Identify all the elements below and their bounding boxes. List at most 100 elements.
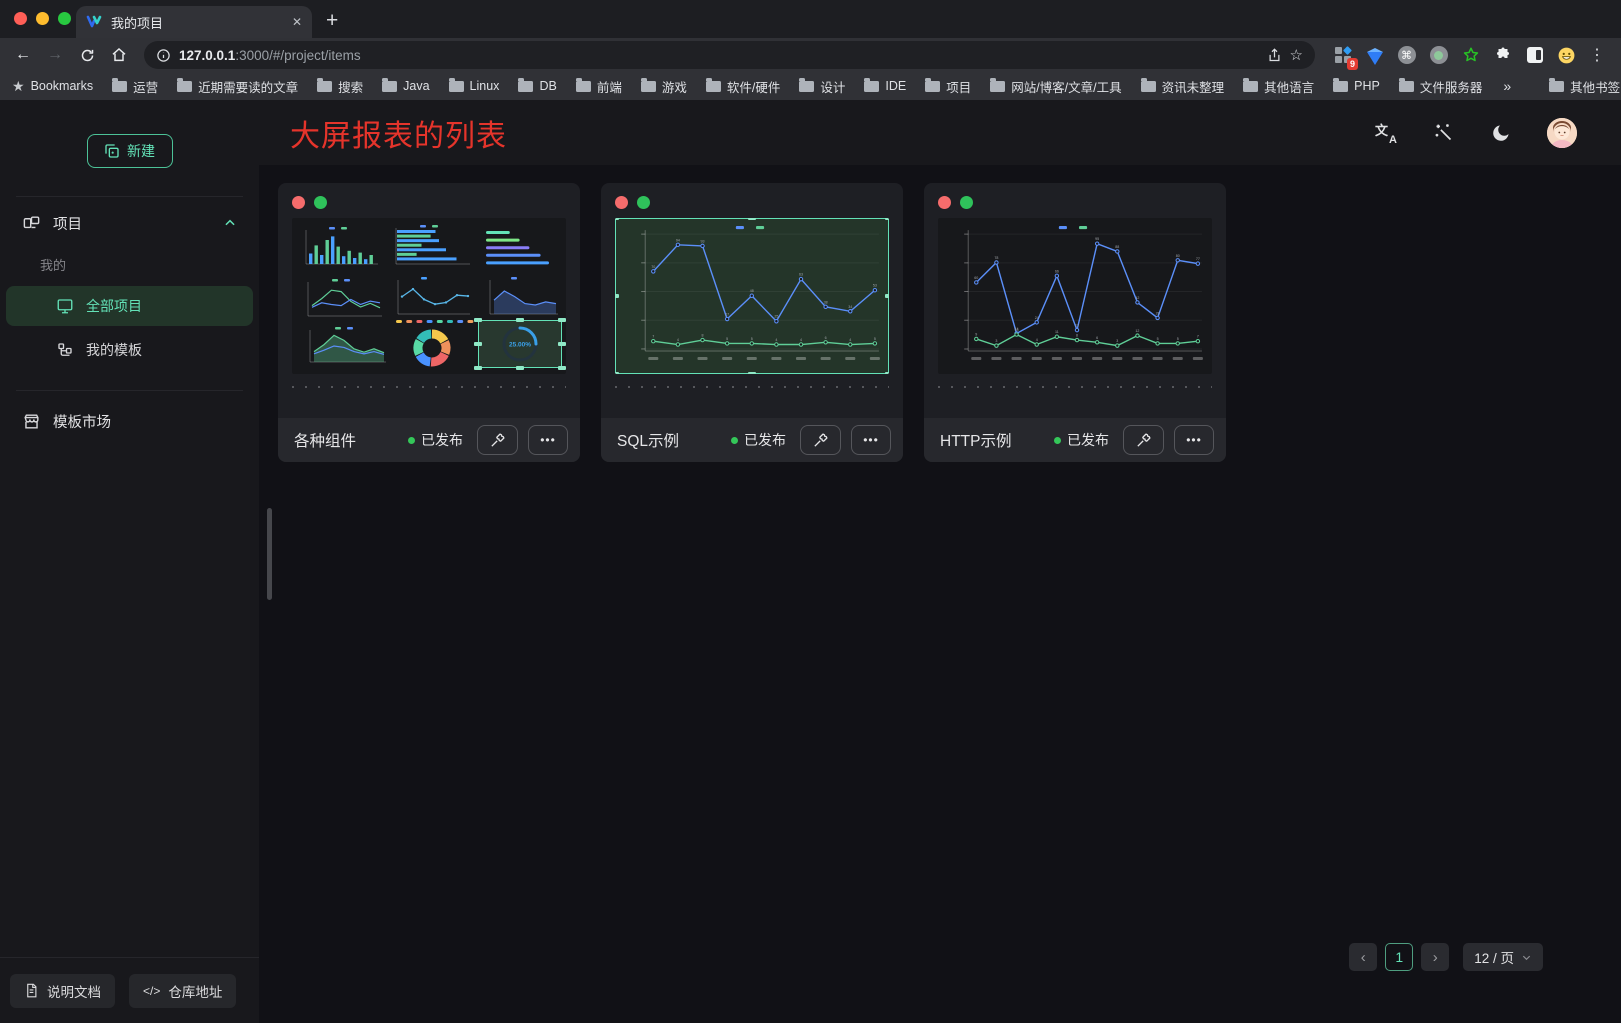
edit-project-button[interactable]: [800, 425, 841, 455]
bookmark-folder[interactable]: 前端: [576, 77, 622, 96]
new-project-button[interactable]: 新建: [87, 134, 173, 168]
url-path: :3000/#/project/items: [235, 48, 360, 63]
chrome-menu-button[interactable]: ⋮: [1589, 45, 1605, 65]
extension-grid-button[interactable]: 9: [1333, 46, 1352, 65]
next-page-button[interactable]: ›: [1421, 943, 1449, 971]
bookmark-folder[interactable]: 项目: [925, 77, 971, 96]
more-actions-button[interactable]: •••: [851, 425, 891, 455]
bookmark-folder[interactable]: 搜索: [317, 77, 363, 96]
selection-handle[interactable]: [885, 218, 889, 220]
selection-handle[interactable]: [558, 318, 566, 322]
selection-handle[interactable]: [615, 294, 619, 298]
dark-mode-button[interactable]: [1489, 121, 1513, 145]
url-host: 127.0.0.1: [179, 48, 235, 63]
dotted-separator: [615, 386, 889, 388]
bookmark-folder[interactable]: Java: [382, 77, 429, 96]
star-extension-button[interactable]: [1461, 46, 1480, 65]
new-tab-button[interactable]: +: [326, 8, 338, 34]
darkreader-button[interactable]: [1525, 46, 1544, 65]
edit-project-button[interactable]: [1123, 425, 1164, 455]
project-card[interactable]: 709493274825633834537485544645 SQL示例 已发布…: [601, 183, 903, 462]
sidebar-group-mine: 我的: [0, 249, 259, 284]
back-button[interactable]: ←: [10, 42, 36, 68]
browser-tab[interactable]: 我的项目 ✕: [76, 6, 312, 38]
extensions-puzzle-button[interactable]: [1493, 46, 1512, 65]
sidebar-item-all-projects[interactable]: 全部项目: [6, 286, 253, 326]
scrollbar-thumb[interactable]: [267, 508, 272, 600]
bookmark-folder[interactable]: 近期需要读的文章: [177, 77, 298, 96]
project-card[interactable]: 607814246617958842288077931341186312557 …: [924, 183, 1226, 462]
bookmark-folder[interactable]: DB: [518, 77, 556, 96]
selection-handle[interactable]: [558, 342, 566, 346]
selection-handle[interactable]: [474, 318, 482, 322]
bookmark-folder[interactable]: IDE: [864, 77, 906, 96]
selection-handle[interactable]: [558, 366, 566, 370]
selection-handle[interactable]: [885, 294, 889, 298]
share-icon: [1267, 48, 1282, 63]
bookmark-star-button[interactable]: ☆: [1290, 46, 1303, 64]
sidebar-section-project[interactable]: 项目: [0, 197, 259, 249]
theme-wand-button[interactable]: [1431, 121, 1455, 145]
bookmark-folder[interactable]: 网站/博客/文章/工具: [990, 77, 1121, 96]
home-button[interactable]: [106, 42, 132, 68]
bookmarks-overflow-button[interactable]: »: [1503, 78, 1511, 94]
code-icon: </>: [143, 984, 160, 998]
user-avatar[interactable]: [1547, 118, 1577, 148]
bookmark-folder[interactable]: 文件服务器: [1399, 77, 1483, 96]
page-size-select[interactable]: 12 / 页: [1463, 943, 1543, 971]
sidebar-item-my-templates[interactable]: 我的模板: [6, 330, 253, 370]
language-button[interactable]: 文A: [1375, 122, 1397, 144]
ellipsis-icon: •••: [863, 433, 879, 447]
selection-handle[interactable]: [615, 218, 619, 220]
more-actions-button[interactable]: •••: [528, 425, 568, 455]
project-card[interactable]: 25.00% 各种组件 已发布 •••: [278, 183, 580, 462]
selection-handle[interactable]: [748, 218, 756, 220]
bookmarks-root[interactable]: ★ Bookmarks: [12, 78, 93, 95]
bookmark-folder[interactable]: PHP: [1333, 77, 1380, 96]
selection-handle[interactable]: [516, 318, 524, 322]
prev-page-button[interactable]: ‹: [1349, 943, 1377, 971]
page-1-button[interactable]: 1: [1385, 943, 1413, 971]
share-button[interactable]: [1267, 48, 1282, 63]
close-window-button[interactable]: [14, 12, 27, 25]
gem-extension-button[interactable]: [1365, 46, 1384, 65]
bookmark-folder[interactable]: 资讯未整理: [1141, 77, 1225, 96]
mini-chart: [392, 318, 478, 370]
window-controls[interactable]: [14, 12, 71, 25]
selection-handle[interactable]: [885, 372, 889, 374]
other-bookmarks-button[interactable]: 其他书签: [1549, 77, 1620, 96]
bookmark-folder[interactable]: 其他语言: [1243, 77, 1314, 96]
zoom-window-button[interactable]: [58, 12, 71, 25]
selection-handle[interactable]: [615, 372, 619, 374]
more-actions-button[interactable]: •••: [1174, 425, 1214, 455]
repo-button[interactable]: </> 仓库地址: [129, 974, 236, 1008]
project-thumbnail[interactable]: 25.00%: [292, 218, 566, 374]
project-thumbnail[interactable]: 709493274825633834537485544645: [615, 218, 889, 374]
page-header: 大屏报表的列表 文A: [259, 100, 1621, 165]
selection-handle[interactable]: [748, 372, 756, 374]
bookmark-folder[interactable]: Linux: [449, 77, 500, 96]
edit-project-button[interactable]: [477, 425, 518, 455]
command-extension-button[interactable]: ⌘: [1397, 46, 1416, 65]
card-window-dots: [278, 183, 580, 218]
address-bar[interactable]: 127.0.0.1:3000/#/project/items ☆: [144, 41, 1315, 69]
profile-button[interactable]: [1557, 46, 1576, 65]
reload-button[interactable]: [74, 42, 100, 68]
forward-button[interactable]: →: [42, 42, 68, 68]
project-thumbnail[interactable]: 607814246617958842288077931341186312557: [938, 218, 1212, 374]
close-tab-icon[interactable]: ✕: [292, 15, 302, 29]
svg-text:11: 11: [1055, 330, 1059, 334]
docs-button[interactable]: 说明文档: [10, 974, 115, 1008]
selection-handle[interactable]: [474, 366, 482, 370]
selection-handle[interactable]: [474, 342, 482, 346]
mini-progress-selected[interactable]: 25.00%: [478, 320, 562, 368]
selection-handle[interactable]: [516, 366, 524, 370]
bookmark-folder[interactable]: 软件/硬件: [706, 77, 780, 96]
site-info-icon[interactable]: [156, 48, 171, 63]
bookmark-folder[interactable]: 设计: [799, 77, 845, 96]
bookmark-folder[interactable]: 运营: [112, 77, 158, 96]
record-extension-button[interactable]: [1429, 46, 1448, 65]
sidebar-item-template-market[interactable]: 模板市场: [6, 401, 253, 441]
minimize-window-button[interactable]: [36, 12, 49, 25]
bookmark-folder[interactable]: 游戏: [641, 77, 687, 96]
